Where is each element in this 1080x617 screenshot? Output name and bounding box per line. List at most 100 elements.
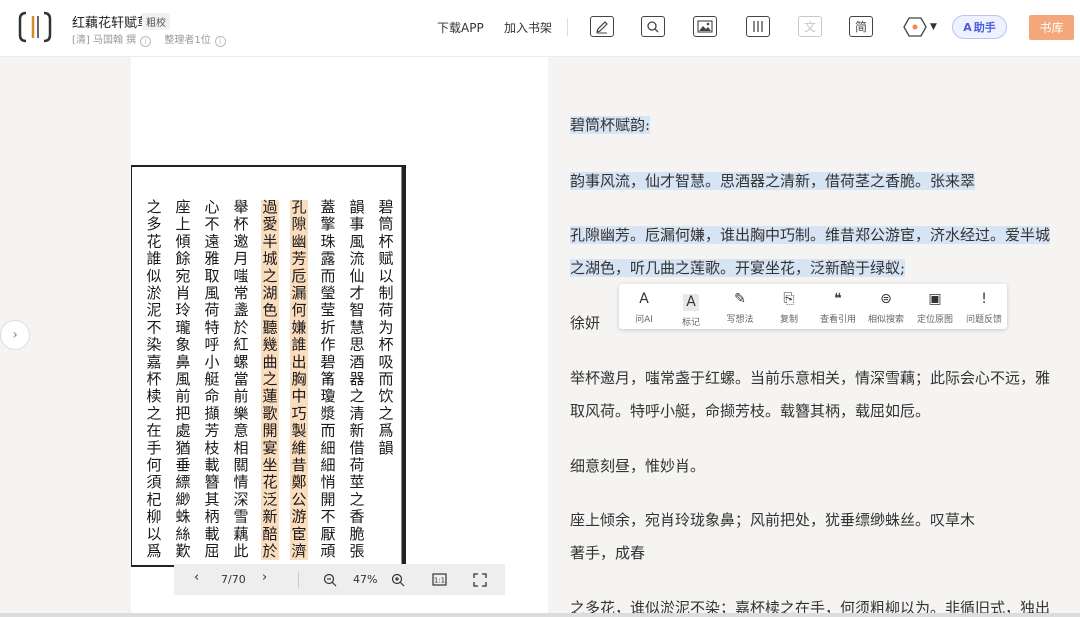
svg-text:何: 何 — [291, 301, 306, 319]
text-paragraph[interactable]: 之多花，谁似淤泥不染；嘉杯椟之在手，何须粗柳以为。非循旧式，独出 — [570, 592, 1080, 613]
svg-text:赋: 赋 — [378, 250, 393, 268]
svg-text:湖: 湖 — [262, 284, 277, 302]
selected-text[interactable]: 孔隙幽芳。卮漏何嫌，谁出胸中巧制。维昔郑公游宦，济水经过。爱半城 — [570, 226, 1051, 244]
svg-text:脆: 脆 — [349, 525, 364, 543]
add-shelf-link[interactable]: 加入书架 — [504, 19, 552, 36]
svg-text:隙: 隙 — [291, 215, 306, 233]
zoom-in-icon[interactable] — [391, 573, 405, 587]
top-header: 红藕花轩赋草 粗校 [清] 马国翰 撰 i 整理者1位 i 下载APP 加入书架 文… — [0, 0, 1080, 57]
text-paragraph[interactable]: 细意刻昼，惟妙肖。 — [570, 450, 1060, 483]
svg-text:才: 才 — [349, 284, 364, 302]
ai-icon: A — [963, 20, 972, 34]
prev-panel-arrow[interactable]: › — [0, 320, 30, 350]
svg-text:仙: 仙 — [349, 267, 364, 285]
theme-selector[interactable]: ▼ — [903, 16, 939, 38]
selection-toolbar: A 问AI A 标记 ✎ 写想法 ⎘ 复制 ❝ 查看引用 ⊜ 相似搜索 ▣ 定位原图! 问题反馈 — [619, 284, 1007, 329]
text-paragraph[interactable]: 韵事风流，仙才智慧。思酒器之清新，借荷茎之香脆。张来翠 — [570, 165, 1060, 198]
svg-text:處: 處 — [175, 422, 190, 440]
svg-text:流: 流 — [349, 250, 364, 268]
svg-text:月: 月 — [233, 250, 248, 268]
svg-text:碧: 碧 — [378, 198, 393, 216]
svg-text:鼻: 鼻 — [175, 353, 190, 371]
image-view-button[interactable] — [693, 16, 717, 37]
bottom-scrollbar[interactable] — [0, 613, 1080, 617]
svg-text:露: 露 — [320, 250, 335, 268]
svg-text:幽: 幽 — [291, 232, 306, 250]
svg-text:珠: 珠 — [320, 232, 335, 250]
popup-mark-button[interactable]: A 标记 — [666, 291, 716, 328]
svg-text:新: 新 — [262, 508, 277, 526]
svg-text:酒: 酒 — [349, 353, 364, 371]
selected-text[interactable]: 碧筒杯赋韵: — [570, 116, 651, 134]
popup-similar-search-button[interactable]: ⊜ 相似搜索 — [861, 291, 911, 325]
svg-text:把: 把 — [175, 404, 190, 422]
svg-text:緲: 緲 — [175, 490, 190, 508]
info-icon[interactable]: i — [140, 36, 152, 47]
author-text[interactable]: [清] 马国翰 撰 — [72, 35, 136, 46]
selected-text[interactable]: 之湖色，听几曲之莲歌。开宴坐花，泛新醅于绿蚁; — [570, 259, 906, 277]
scanned-page-image[interactable]: 碧筒杯赋以制荷为杯吸而饮之爲韻韻事風流仙才智慧思酒器之清新借荷莖之香脆張蓋擎珠露… — [131, 164, 407, 580]
annotate-button[interactable] — [590, 16, 614, 37]
page-toolbar: ‹ 7/70 › 47% 1:1 — [174, 564, 505, 595]
svg-text:張: 張 — [349, 542, 364, 560]
fullscreen-icon[interactable] — [473, 573, 487, 587]
translate-button[interactable]: 文 — [798, 16, 822, 37]
text-paragraph[interactable]: 举杯邀月，嗤常盏于红螺。当前乐意相关，情深雪藕；此际会心不远，雅 取风荷。特呼小艇… — [570, 362, 1080, 428]
svg-text:悄: 悄 — [320, 473, 335, 491]
svg-text:坐: 坐 — [262, 456, 277, 474]
svg-text:椟: 椟 — [146, 387, 161, 405]
svg-text:半: 半 — [262, 232, 277, 250]
contributors-text[interactable]: 整理者1位 — [164, 35, 210, 46]
library-button[interactable]: 书库 — [1029, 15, 1074, 40]
svg-text:屈: 屈 — [204, 542, 219, 560]
popup-quote-button[interactable]: ❝ 查看引用 — [813, 291, 863, 325]
svg-text:多: 多 — [146, 215, 161, 233]
svg-text:須: 須 — [146, 473, 161, 491]
popup-ask-ai-button[interactable]: A 问AI — [619, 291, 669, 325]
svg-text:愛: 愛 — [262, 215, 277, 233]
svg-text:饮: 饮 — [378, 387, 393, 405]
popup-feedback-button[interactable]: ! 问题反馈 — [959, 291, 1009, 325]
zoom-out-icon[interactable] — [323, 573, 337, 587]
popup-copy-button[interactable]: ⎘ 复制 — [764, 291, 814, 325]
svg-text:而: 而 — [320, 422, 335, 440]
download-app-link[interactable]: 下载APP — [437, 19, 484, 36]
svg-text:吸: 吸 — [378, 353, 393, 371]
actual-size-icon[interactable]: 1:1 — [432, 573, 447, 586]
text-paragraph[interactable]: 碧筒杯赋韵: — [570, 109, 1060, 142]
prev-page-icon[interactable]: ‹ — [194, 570, 199, 585]
text-paragraph[interactable]: 孔隙幽芳。卮漏何嫌，谁出胸中巧制。维昔郑公游宦，济水经过。爱半城 之湖色，听几曲之… — [570, 219, 1080, 285]
info-icon[interactable]: i — [214, 36, 226, 47]
svg-text:縹: 縹 — [175, 473, 190, 491]
svg-text:制: 制 — [378, 284, 393, 302]
svg-text:簪: 簪 — [204, 473, 219, 491]
chevron-down-icon: ▼ — [930, 22, 937, 32]
svg-text:特: 特 — [204, 318, 219, 336]
simplified-button[interactable]: 简 — [849, 16, 873, 37]
popup-locate-image-button[interactable]: ▣ 定位原图 — [910, 291, 960, 325]
svg-text:肖: 肖 — [175, 284, 190, 302]
svg-text:中: 中 — [291, 387, 306, 405]
search-button[interactable] — [641, 16, 665, 37]
app-logo-icon[interactable] — [18, 10, 52, 44]
svg-text:色: 色 — [262, 301, 277, 319]
assistant-button[interactable]: A 助手 — [952, 15, 1007, 39]
svg-text:枝: 枝 — [204, 439, 219, 457]
chevron-right-icon: › — [12, 327, 18, 343]
divider — [567, 18, 568, 36]
selected-text[interactable]: 韵事风流，仙才智慧。思酒器之清新，借荷茎之香脆。张来翠 — [570, 172, 976, 190]
text-paragraph[interactable]: 座上倾余，宛肖玲珑象鼻；风前把处，犹垂缥缈蛛丝。叹草木 著手，成春 — [570, 504, 1060, 570]
book-title: 红藕花轩赋草 — [72, 16, 151, 31]
quote-icon: ❝ — [834, 291, 842, 307]
text-line: 举杯邀月，嗤常盏于红螺。当前乐意相关，情深雪藕；此际会心不远，雅 — [570, 369, 1051, 387]
svg-text:器: 器 — [349, 370, 364, 388]
svg-text:宛: 宛 — [175, 267, 190, 285]
popup-write-button[interactable]: ✎ 写想法 — [715, 291, 765, 325]
next-page-icon[interactable]: › — [262, 570, 267, 585]
text-line: 取风荷。特呼小艇，命撷芳枝。载簪其柄，载屈如卮。 — [570, 402, 931, 420]
svg-text:其: 其 — [204, 490, 219, 508]
svg-text:玲: 玲 — [175, 301, 190, 319]
theme-hexagon-icon — [903, 17, 927, 37]
zoom-level: 47% — [353, 573, 378, 586]
columns-button[interactable] — [746, 16, 770, 37]
